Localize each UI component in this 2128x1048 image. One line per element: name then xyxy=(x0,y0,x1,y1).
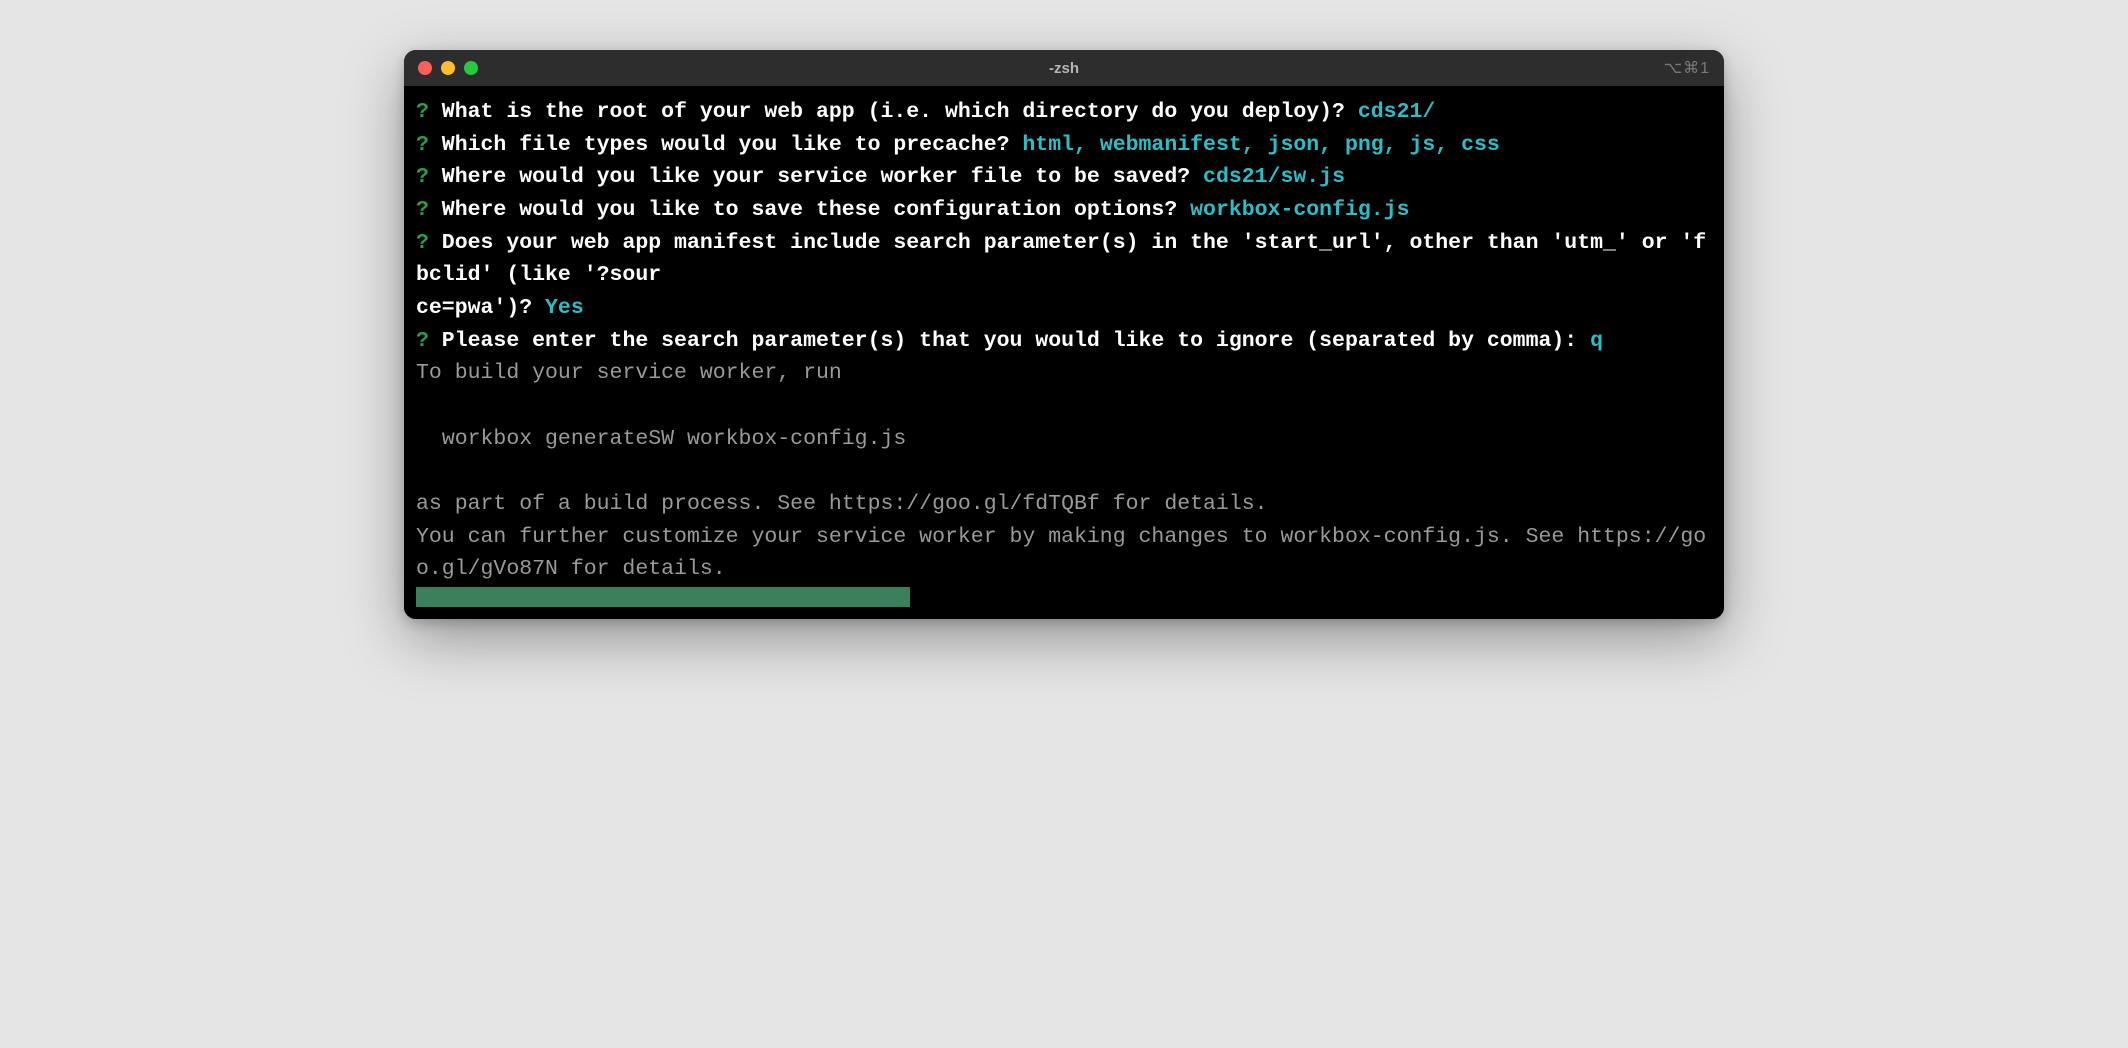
prompt-question: Where would you like your service worker… xyxy=(429,165,1203,189)
zoom-icon[interactable] xyxy=(464,61,478,75)
prompt-answer: cds21/sw.js xyxy=(1203,165,1345,189)
prompt-answer: workbox-config.js xyxy=(1190,198,1409,222)
prompt-question: Does your web app manifest include searc… xyxy=(416,231,1706,320)
prompt-line: ? Where would you like to save these con… xyxy=(416,198,1409,222)
terminal-body[interactable]: ? What is the root of your web app (i.e.… xyxy=(404,86,1724,619)
titlebar: -zsh ⌥⌘1 xyxy=(404,50,1724,86)
prompt-mark-icon: ? xyxy=(416,100,429,124)
prompt-line: ? Does your web app manifest include sea… xyxy=(416,231,1706,320)
prompt-question: Which file types would you like to preca… xyxy=(429,133,1023,157)
window-title: -zsh xyxy=(404,60,1724,77)
prompt-mark-icon: ? xyxy=(416,329,429,353)
prompt-answer: q xyxy=(1590,329,1603,353)
prompt-mark-icon: ? xyxy=(416,231,429,255)
info-output: To build your service worker, run workbo… xyxy=(416,361,1706,581)
prompt-mark-icon: ? xyxy=(416,165,429,189)
prompt-mark-icon: ? xyxy=(416,133,429,157)
prompt-answer: html, webmanifest, json, png, js, css xyxy=(1022,133,1499,157)
traffic-lights xyxy=(418,61,478,75)
prompt-question: What is the root of your web app (i.e. w… xyxy=(429,100,1358,124)
prompt-question: Please enter the search parameter(s) tha… xyxy=(429,329,1590,353)
prompt-line: ? Please enter the search parameter(s) t… xyxy=(416,329,1603,353)
tab-shortcut-indicator: ⌥⌘1 xyxy=(1664,58,1710,78)
close-icon[interactable] xyxy=(418,61,432,75)
prompt-line: ? Where would you like your service work… xyxy=(416,165,1345,189)
prompt-question: Where would you like to save these confi… xyxy=(429,198,1190,222)
cursor-icon xyxy=(416,587,910,607)
prompt-answer: Yes xyxy=(545,296,584,320)
prompt-line: ? Which file types would you like to pre… xyxy=(416,133,1500,157)
minimize-icon[interactable] xyxy=(441,61,455,75)
prompt-line: ? What is the root of your web app (i.e.… xyxy=(416,100,1435,124)
prompt-answer: cds21/ xyxy=(1358,100,1435,124)
prompt-mark-icon: ? xyxy=(416,198,429,222)
terminal-window: -zsh ⌥⌘1 ? What is the root of your web … xyxy=(404,50,1724,619)
